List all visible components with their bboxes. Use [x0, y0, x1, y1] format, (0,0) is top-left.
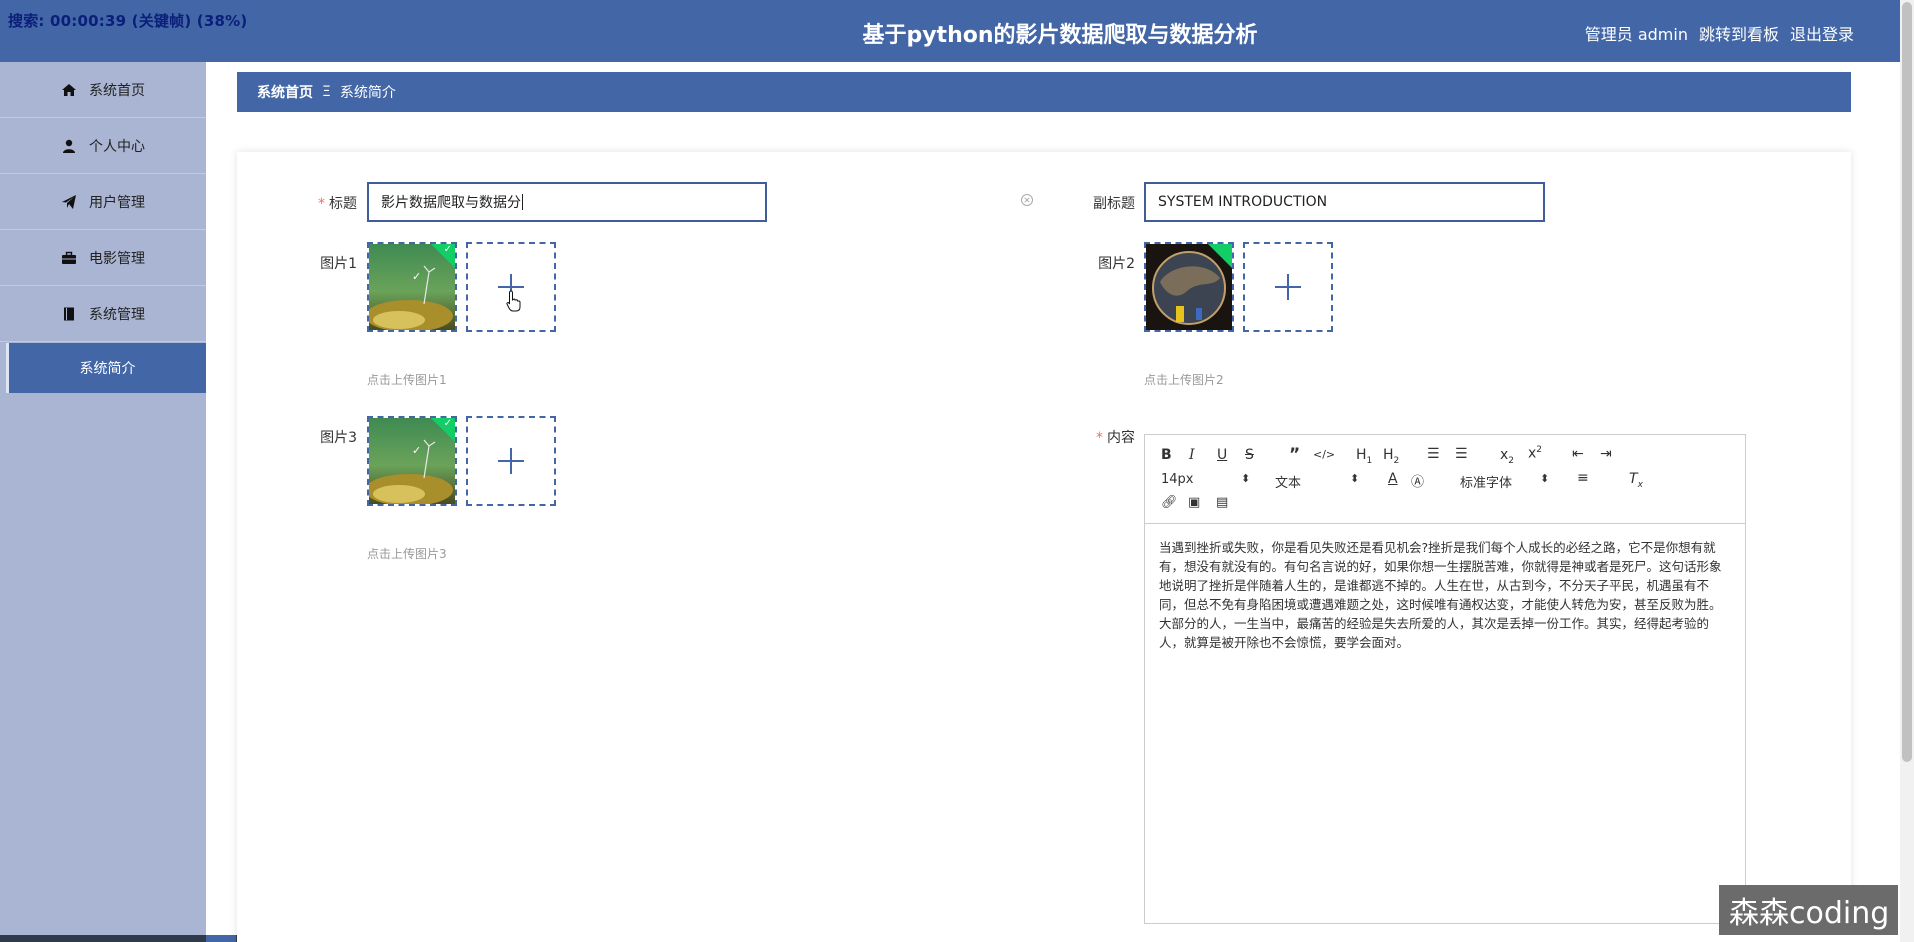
font-size-select[interactable]: 14px: [1161, 472, 1194, 487]
underline-icon[interactable]: U: [1217, 447, 1227, 463]
clear-format-icon[interactable]: Tx: [1629, 471, 1643, 490]
h2-icon[interactable]: H2: [1383, 447, 1399, 466]
sidebar-item-label: 系统管理: [89, 306, 145, 323]
admin-label: 管理员 admin: [1584, 25, 1688, 44]
title-label: * 标题: [318, 196, 357, 212]
italic-icon[interactable]: I: [1189, 447, 1195, 463]
hand-cursor-icon: [506, 290, 521, 312]
bold-icon[interactable]: B: [1161, 447, 1172, 463]
sidebar-item-label: 电影管理: [89, 250, 145, 267]
user-icon: [63, 139, 75, 153]
breadcrumb-current: 系统简介: [339, 85, 396, 101]
editor-content[interactable]: 当遇到挫折或失败，你是看见失败还是看见机会?挫折是我们每个人成长的必经之路，它不…: [1145, 524, 1745, 666]
image3-upload-button[interactable]: [466, 416, 556, 506]
svg-text:✓: ✓: [412, 270, 421, 283]
superscript-icon[interactable]: x2: [1528, 445, 1542, 462]
dashboard-link[interactable]: 跳转到看板: [1699, 21, 1779, 45]
image2-thumbnail[interactable]: [1144, 242, 1234, 332]
briefcase-icon: [62, 251, 76, 264]
clear-icon[interactable]: [1020, 193, 1034, 207]
image2-label: 图片2: [1098, 256, 1135, 272]
bullet-list-icon[interactable]: ☰: [1455, 446, 1468, 462]
subtitle-label: 副标题: [1093, 196, 1135, 212]
home-icon: [62, 83, 76, 96]
indent-icon[interactable]: ⇥: [1600, 446, 1612, 462]
sidebar-item-label: 用户管理: [89, 194, 145, 211]
image3-thumbnail[interactable]: ✓ ✓: [367, 416, 457, 506]
sidebar-subitem-intro[interactable]: 系统简介: [6, 343, 206, 393]
title-input[interactable]: 影片数据爬取与数据分: [367, 182, 767, 222]
image1-hint: 点击上传图片1: [367, 373, 447, 387]
chevron-updown-icon: ⬍: [1350, 472, 1360, 485]
editor-toolbar: B I U S ” </> H1 H2 ☰ ☰ x2 x2 ⇤ ⇥ 14px ⬍…: [1145, 435, 1745, 524]
strike-icon[interactable]: S: [1245, 447, 1254, 463]
code-icon[interactable]: </>: [1313, 448, 1335, 461]
outdent-icon[interactable]: ⇤: [1572, 446, 1584, 462]
sidebar-item-personal[interactable]: 个人中心: [0, 118, 206, 174]
image1-upload-button[interactable]: [466, 242, 556, 332]
sidebar-item-movies[interactable]: 电影管理: [0, 230, 206, 286]
image3-hint: 点击上传图片3: [367, 547, 447, 561]
background-color-icon[interactable]: Ⓐ: [1411, 471, 1424, 490]
paper-plane-icon: [62, 194, 76, 209]
top-header: 搜索: 00:00:39 (关键帧) (38%) 基于python的影片数据爬取…: [0, 0, 1900, 62]
sidebar-item-label: 个人中心: [89, 138, 145, 155]
rich-text-editor[interactable]: B I U S ” </> H1 H2 ☰ ☰ x2 x2 ⇤ ⇥ 14px ⬍…: [1144, 434, 1746, 924]
image1-label: 图片1: [320, 256, 357, 272]
h1-icon[interactable]: H1: [1356, 447, 1372, 466]
sidebar-item-system[interactable]: 系统管理: [0, 286, 206, 342]
svg-text:✓: ✓: [412, 444, 421, 457]
content-label: * 内容: [1096, 430, 1135, 446]
page-scrollbar[interactable]: [1900, 0, 1914, 942]
scrollbar-thumb[interactable]: [1902, 2, 1912, 762]
quote-icon[interactable]: ”: [1289, 445, 1300, 465]
breadcrumb-home[interactable]: 系统首页: [257, 82, 313, 102]
subscript-icon[interactable]: x2: [1500, 447, 1514, 466]
font-family-select[interactable]: 标准字体: [1460, 472, 1512, 491]
logout-link[interactable]: 退出登录: [1790, 21, 1854, 45]
chevron-updown-icon: ⬍: [1241, 472, 1251, 485]
video-icon[interactable]: ▤: [1216, 495, 1228, 510]
align-icon[interactable]: ≡: [1577, 470, 1589, 486]
font-color-icon[interactable]: A: [1388, 471, 1398, 487]
breadcrumb: 系统首页 Ξ 系统简介: [237, 72, 1851, 112]
sidebar-item-home[interactable]: 系统首页: [0, 62, 206, 118]
sidebar-item-users[interactable]: 用户管理: [0, 174, 206, 230]
plus-icon: [498, 448, 524, 474]
image2-upload-button[interactable]: [1243, 242, 1333, 332]
image1-thumbnail[interactable]: ✓ ✓: [367, 242, 457, 332]
book-icon: [64, 307, 74, 320]
plus-icon: [1275, 274, 1301, 300]
image3-label: 图片3: [320, 430, 357, 446]
watermark: 森森coding: [1719, 885, 1898, 935]
header-links: 管理员 admin 跳转到看板 退出登录: [1585, 21, 1854, 45]
breadcrumb-separator: Ξ: [322, 84, 331, 100]
subtitle-input[interactable]: SYSTEM INTRODUCTION: [1144, 182, 1545, 222]
chevron-updown-icon: ⬍: [1540, 472, 1550, 485]
sidebar: 系统首页 个人中心 用户管理 电影管理 系统管理 系统简介: [0, 62, 206, 936]
ordered-list-icon[interactable]: ☰: [1427, 446, 1440, 462]
image2-hint: 点击上传图片2: [1144, 373, 1224, 387]
sidebar-item-label: 系统首页: [89, 82, 145, 99]
image-icon[interactable]: ▣: [1188, 495, 1200, 510]
link-icon[interactable]: 🔗︎: [1161, 495, 1178, 510]
text-type-select[interactable]: 文本: [1275, 472, 1301, 491]
